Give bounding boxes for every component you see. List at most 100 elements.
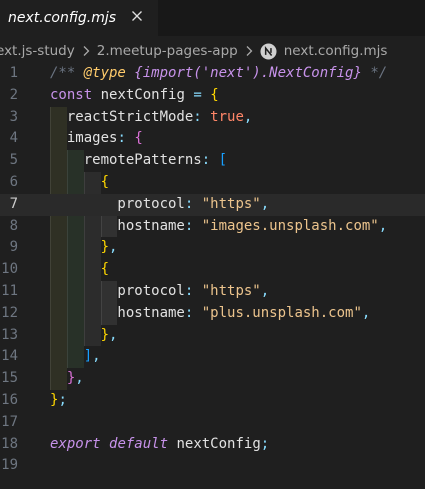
code-token: ;	[260, 435, 270, 452]
code-token: [	[218, 152, 228, 169]
code-text: remotePatterns: [	[50, 150, 227, 172]
line-number: 18	[1, 435, 18, 452]
line-number: 15	[1, 370, 18, 387]
code-line[interactable]: 11 protocol: "https",	[0, 281, 425, 303]
code-editor[interactable]: 1 /** @type {import('next').NextConfig} *…	[0, 63, 425, 483]
code-token: "https"	[201, 195, 261, 212]
code-token: {	[100, 261, 110, 278]
line-number: 2	[9, 86, 18, 103]
code-text: hostname: "plus.unsplash.com",	[50, 303, 370, 325]
code-token: remotePatterns	[50, 152, 202, 169]
tab-bar: next.config.mjs	[0, 0, 425, 36]
line-number: 10	[1, 261, 18, 278]
code-token: nextConfig	[92, 86, 194, 103]
line-number: 17	[1, 413, 18, 430]
code-token: true	[210, 108, 244, 125]
code-text: {	[50, 259, 109, 281]
code-token: {	[210, 86, 219, 103]
code-token: "https"	[201, 283, 261, 299]
code-text: },	[50, 325, 118, 347]
code-text: },	[50, 237, 118, 259]
code-line[interactable]: 15 },	[0, 368, 425, 390]
code-token: default	[109, 435, 169, 452]
nextjs-logo-icon	[260, 42, 277, 60]
tab-label: next.config.mjs	[8, 10, 117, 26]
code-token: :	[193, 108, 202, 125]
code-text: reactStrictMode: true,	[50, 107, 252, 129]
code-line[interactable]: 19	[0, 455, 425, 477]
code-text: {	[50, 172, 109, 194]
code-token: /**	[50, 65, 84, 81]
code-line[interactable]: 18 export default nextConfig;	[0, 434, 425, 456]
code-token: {	[134, 130, 143, 147]
breadcrumb-item-folder[interactable]: 2.meetup-pages-app	[97, 43, 238, 59]
chevron-right-icon	[83, 46, 90, 56]
line-number: 8	[9, 217, 18, 234]
close-icon[interactable]	[129, 8, 145, 24]
code-line[interactable]: 14 ],	[0, 346, 425, 368]
code-line[interactable]: 5 remotePatterns: [	[0, 150, 425, 172]
line-number: 5	[9, 152, 18, 169]
code-text: };	[50, 390, 67, 412]
line-number: 9	[9, 239, 18, 256]
line-number: 16	[1, 392, 18, 408]
code-text: const nextConfig = {	[50, 85, 219, 107]
code-token: protocol	[50, 195, 185, 212]
code-line[interactable]: 1 /** @type {import('next').NextConfig} *…	[0, 63, 425, 85]
code-token: :	[201, 152, 211, 169]
code-token: const	[50, 86, 93, 103]
code-token: }	[100, 239, 110, 256]
code-line[interactable]: 3 reactStrictMode: true,	[0, 107, 425, 129]
breadcrumb-item-file[interactable]: next.config.mjs	[284, 43, 388, 59]
code-token: ]	[83, 348, 93, 365]
code-text: export default nextConfig;	[50, 434, 269, 456]
code-token: nextConfig	[168, 435, 261, 452]
line-number: 4	[9, 130, 18, 147]
code-text: protocol: "https",	[50, 281, 269, 303]
line-number: 14	[1, 348, 18, 365]
code-line[interactable]: 13 },	[0, 325, 425, 347]
code-text: /** @type {import('next').NextConfig} */	[50, 63, 387, 85]
code-token: "images.unsplash.com"	[201, 217, 379, 234]
code-token: {	[100, 174, 110, 190]
line-number: 7	[9, 195, 18, 212]
code-line[interactable]: 10 {	[0, 259, 425, 281]
code-token: protocol	[50, 283, 185, 299]
editor-tab-next-config[interactable]: next.config.mjs	[0, 0, 158, 36]
code-token: */	[361, 65, 388, 81]
code-token: "plus.unsplash.com"	[201, 304, 362, 321]
code-line[interactable]: 9 },	[0, 237, 425, 259]
code-line[interactable]: 2 const nextConfig = {	[0, 85, 425, 107]
code-token: ,	[260, 283, 270, 299]
code-line[interactable]: 12 hostname: "plus.unsplash.com",	[0, 303, 425, 325]
code-token: ,	[109, 326, 118, 343]
code-token: =	[193, 86, 202, 103]
code-text: hostname: "images.unsplash.com",	[50, 216, 387, 238]
code-text: protocol: "https",	[50, 194, 269, 216]
line-number: 3	[9, 108, 18, 125]
line-number: 19	[1, 457, 18, 474]
breadcrumb-item-project[interactable]: ext.js-study	[0, 43, 75, 59]
code-line[interactable]: 7 protocol: "https",	[0, 193, 425, 216]
code-line[interactable]: 16};	[0, 390, 425, 412]
code-text: },	[50, 368, 84, 390]
code-token: hostname	[50, 304, 185, 321]
line-number: 6	[9, 174, 18, 190]
code-line[interactable]: 6 {	[0, 172, 425, 194]
code-line[interactable]: 17	[0, 412, 425, 434]
code-token: }	[100, 326, 110, 343]
code-token: ,	[243, 108, 253, 125]
code-line[interactable]: 8 hostname: "images.unsplash.com",	[0, 216, 425, 238]
code-token: :	[117, 130, 126, 147]
code-line[interactable]: 4 images: {	[0, 128, 425, 150]
